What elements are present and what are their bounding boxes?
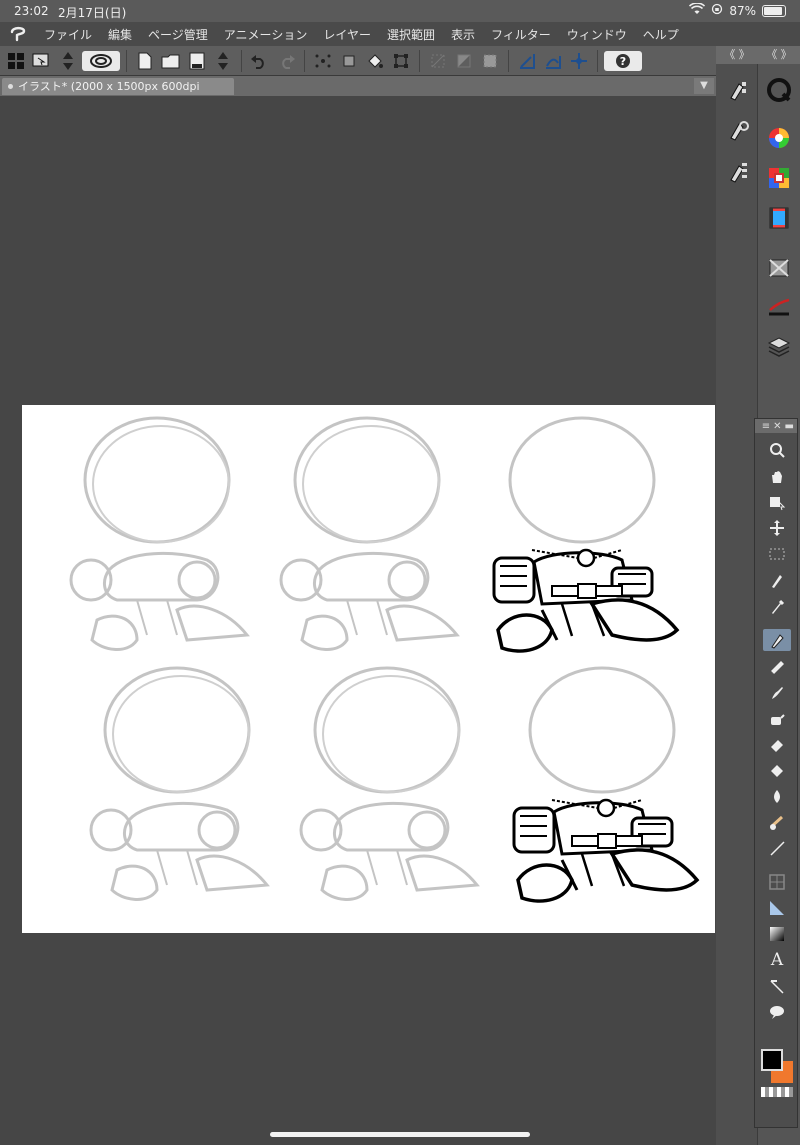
canvas-workspace[interactable] [0,96,716,1145]
collapse-left-button[interactable]: 《 》 [716,46,758,64]
clip-studio-logo-icon[interactable] [0,26,36,42]
scroll-up-down-icon[interactable] [211,49,235,73]
tab-dropdown-icon[interactable]: ▼ [694,78,714,94]
pencil-tool-icon[interactable] [763,655,791,677]
wifi-icon [689,2,706,18]
sub-tool-detail-icon[interactable] [723,76,751,104]
transform-icon[interactable] [389,49,413,73]
menu-filter[interactable]: フィルター [483,26,559,43]
menu-page[interactable]: ページ管理 [140,26,216,43]
transparent-color-swatch[interactable] [761,1087,793,1097]
drawing-canvas[interactable] [22,405,715,933]
airbrush-tool-icon[interactable] [763,707,791,729]
menu-help[interactable]: ヘルプ [635,26,687,43]
navigator-icon[interactable] [765,254,793,282]
menu-file[interactable]: ファイル [36,26,100,43]
color-wheel-icon[interactable] [765,124,793,152]
palette-menu-icon[interactable]: ≡ [762,421,770,432]
fullscreen-icon[interactable] [30,49,54,73]
eyedropper-tool-icon[interactable] [763,595,791,617]
collapse-right-button[interactable]: 《 》 [758,46,800,64]
quick-access-icon[interactable] [765,76,793,104]
eraser-tool-icon[interactable] [763,733,791,755]
undo-icon[interactable] [248,49,272,73]
grid-snap-icon[interactable] [567,49,591,73]
palette-close-icon[interactable]: ✕ [773,421,781,432]
pen-tool-icon[interactable] [763,629,791,651]
correct-line-tool-icon[interactable] [763,975,791,997]
redo-icon[interactable] [274,49,298,73]
sub-tool-icon[interactable] [723,158,751,186]
color-set-icon[interactable] [765,164,793,192]
palette-minimize-icon[interactable]: ▬ [785,421,794,432]
status-right: 87% [689,2,786,18]
fill-tool-icon[interactable] [763,759,791,781]
document-tab[interactable]: イラスト* (2000 x 1500px 600dpi 73.4%) [2,78,234,110]
clear-icon[interactable] [311,49,335,73]
special-ruler-snap-icon[interactable] [541,49,565,73]
clip-studio-button[interactable] [82,50,120,71]
main-color-swatch[interactable] [761,1049,783,1071]
battery-icon [762,4,786,17]
battery-percent: 87% [729,3,756,18]
tab-dot-icon [8,84,13,89]
decoration-tool-icon[interactable] [763,811,791,833]
balloon-tool-icon[interactable] [763,1001,791,1023]
new-file-icon[interactable] [133,49,157,73]
move-layer-tool-icon[interactable] [763,517,791,539]
invert-selection-icon[interactable] [452,49,476,73]
menu-layer[interactable]: レイヤー [315,26,379,43]
sub-tool-column: 《 》 [716,46,758,1145]
tool-property-icon[interactable] [723,116,751,144]
clear-outside-icon[interactable] [337,49,361,73]
selection-tool-icon[interactable] [763,543,791,565]
timeline-icon[interactable] [765,204,793,232]
ruler-tool-icon[interactable] [763,897,791,919]
menu-animation[interactable]: アニメーション [216,26,316,43]
app-window: 23:02 2月17日(日) 87% ファイル 編集 ページ管理 アニメーション… [0,0,800,1145]
auto-select-tool-icon[interactable] [763,569,791,591]
command-bar: ? [0,46,716,76]
selection-border-icon[interactable] [478,49,502,73]
save-icon[interactable] [185,49,209,73]
menu-bar: ファイル 編集 ページ管理 アニメーション レイヤー 選択範囲 表示 フィルター… [0,22,800,46]
status-date: 2月17日(日) [58,6,127,20]
blend-tool-icon[interactable] [763,785,791,807]
brush-tool-icon[interactable] [763,681,791,703]
tool-palette-header: ≡ ✕ ▬ [755,419,797,433]
tool-palette: ≡ ✕ ▬ A [754,418,798,1128]
home-indicator[interactable] [270,1132,530,1137]
menu-edit[interactable]: 編集 [100,26,140,43]
layers-icon[interactable] [765,332,793,360]
move-up-down-icon[interactable] [56,49,80,73]
open-folder-icon[interactable] [159,49,183,73]
fill-icon[interactable] [363,49,387,73]
layer-property-icon[interactable] [765,294,793,322]
frame-tool-icon[interactable] [763,871,791,893]
line-tool-icon[interactable] [763,837,791,859]
svg-text:?: ? [620,55,626,68]
grid-menu-icon[interactable] [4,49,28,73]
menu-selection[interactable]: 選択範囲 [379,26,443,43]
deselect-icon[interactable] [426,49,450,73]
menu-view[interactable]: 表示 [443,26,483,43]
menu-window[interactable]: ウィンドウ [559,26,635,43]
document-tab-bar: イラスト* (2000 x 1500px 600dpi 73.4%) ▼ [0,76,716,110]
operation-tool-icon[interactable] [763,491,791,513]
status-time: 23:02 [14,4,49,18]
gradient-tool-icon[interactable] [763,923,791,945]
text-tool-icon[interactable]: A [763,949,791,971]
ruler-snap-icon[interactable] [515,49,539,73]
zoom-tool-icon[interactable] [763,439,791,461]
status-bar: 23:02 2月17日(日) 87% [0,0,800,22]
help-button[interactable]: ? [604,50,642,71]
canvas-artwork [69,416,699,903]
hand-tool-icon[interactable] [763,465,791,487]
orientation-lock-icon [711,3,723,18]
